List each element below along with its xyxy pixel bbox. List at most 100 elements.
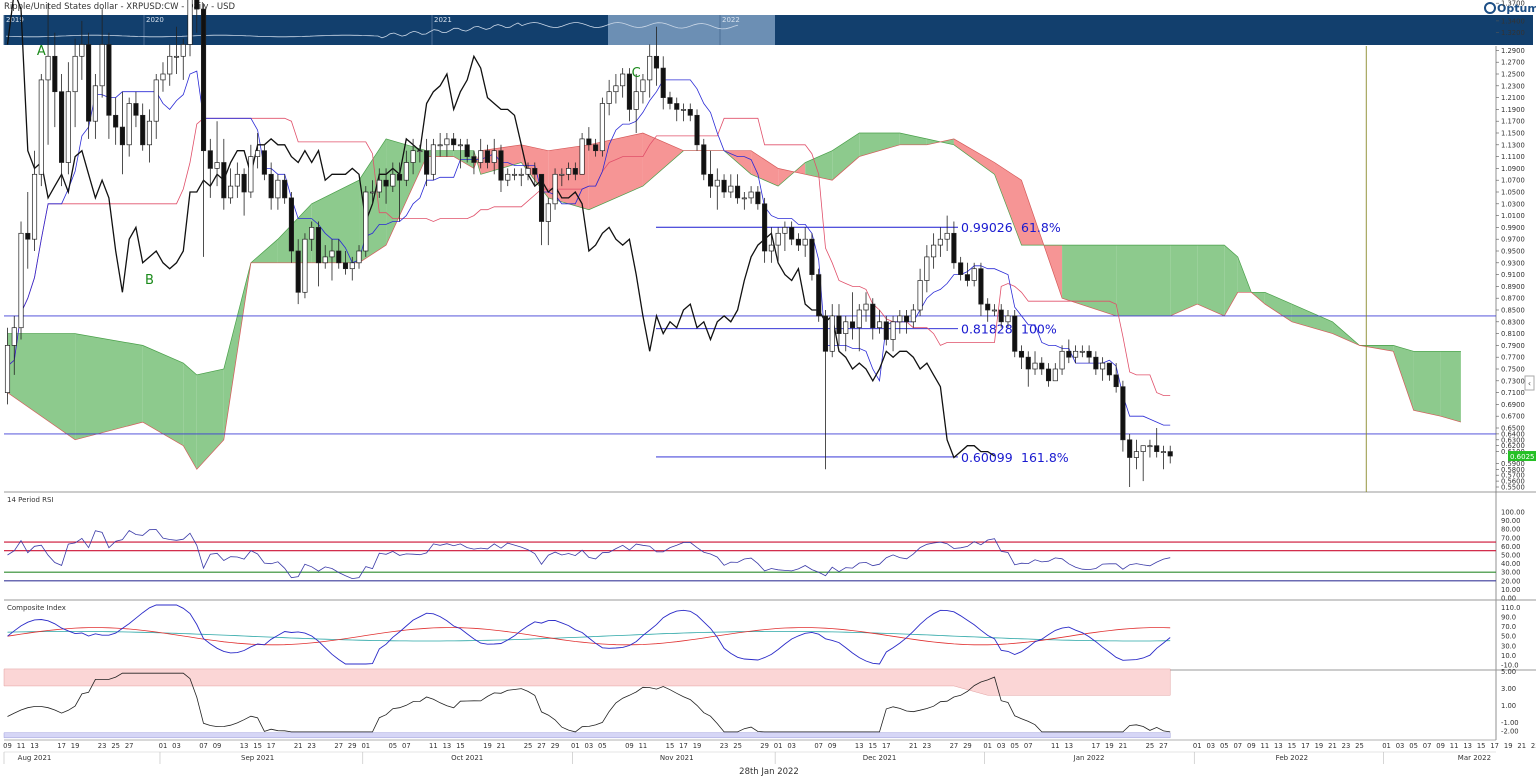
candle-body[interactable] [586,138,592,146]
candle-body[interactable] [971,268,977,281]
candle-body[interactable] [964,274,970,281]
candle-body[interactable] [809,238,815,275]
candle-body[interactable] [768,244,774,252]
candle-body[interactable] [958,262,964,275]
candle-body[interactable] [1113,374,1119,388]
candle-body[interactable] [200,8,207,152]
candle-body[interactable] [86,44,92,122]
candle-body[interactable] [363,191,369,252]
candle-body[interactable] [383,179,389,187]
candle-body[interactable] [180,44,186,57]
candle-body[interactable] [505,173,511,181]
candle-body[interactable] [99,44,105,87]
candle-body[interactable] [924,256,930,281]
candle-body[interactable] [674,103,680,110]
candle-body[interactable] [782,227,788,234]
candle-body[interactable] [1140,445,1146,452]
candle-body[interactable] [336,250,342,264]
candle-body[interactable] [444,138,450,146]
candle-body[interactable] [849,321,856,329]
candle-body[interactable] [944,232,950,240]
candle-body[interactable] [593,144,599,152]
candle-body[interactable] [552,173,558,205]
candle-body[interactable] [255,150,261,157]
candle-body[interactable] [525,168,531,175]
candle-body[interactable] [18,232,24,329]
candle-body[interactable] [126,103,132,146]
candle-body[interactable] [4,345,11,393]
candle-body[interactable] [701,144,707,175]
candle-body[interactable] [275,179,281,199]
candle-body[interactable] [1106,362,1112,376]
candle-body[interactable] [167,55,173,75]
candle-body[interactable] [79,44,85,57]
candle-body[interactable] [870,303,876,329]
candle-body[interactable] [843,321,849,334]
candle-body[interactable] [775,232,781,246]
candle-body[interactable] [694,114,700,146]
chevron-left-icon[interactable]: ‹ [1528,379,1531,388]
candle-body[interactable] [566,168,572,175]
candle-body[interactable] [1167,451,1173,457]
candle-body[interactable] [282,179,288,199]
candle-body[interactable] [1073,350,1079,358]
candle-body[interactable] [45,55,51,81]
candle-body[interactable] [403,162,409,181]
candle-body[interactable] [802,238,808,246]
candle-body[interactable] [59,91,65,163]
candle-body[interactable] [937,238,943,246]
candle-body[interactable] [390,173,396,187]
candle-body[interactable] [1012,315,1018,352]
candle-body[interactable] [904,315,910,323]
candle-body[interactable] [1127,439,1133,458]
candle-body[interactable] [728,185,734,193]
candle-body[interactable] [829,315,835,352]
candle-body[interactable] [816,274,822,317]
candle-body[interactable] [430,144,436,175]
candle-body[interactable] [173,55,180,58]
candle-body[interactable] [653,55,660,69]
candle-body[interactable] [437,144,443,147]
candle-body[interactable] [25,232,31,240]
candle-body[interactable] [606,91,612,104]
candle-body[interactable] [1154,445,1160,452]
candle-body[interactable] [471,156,477,163]
candle-body[interactable] [498,150,504,181]
candle-body[interactable] [680,109,687,111]
candle-body[interactable] [991,309,998,312]
candle-body[interactable] [38,79,44,175]
navigator-window[interactable] [608,15,775,45]
candle-body[interactable] [1025,356,1031,370]
candle-body[interactable] [106,44,112,116]
candle-body[interactable] [741,197,747,200]
chart-canvas[interactable]: Ripple/United States dollar - XRPUSD:CW … [0,0,1536,783]
candle-body[interactable] [153,79,159,122]
candle-body[interactable] [511,173,518,176]
candle-body[interactable] [146,120,153,146]
candle-body[interactable] [187,0,193,45]
candle-body[interactable] [633,91,639,110]
candle-body[interactable] [518,173,524,176]
candle-body[interactable] [978,268,984,305]
candle-body[interactable] [917,280,923,311]
candle-body[interactable] [647,55,653,81]
candle-body[interactable] [1059,350,1065,370]
candle-body[interactable] [620,73,626,87]
candle-body[interactable] [1039,362,1045,370]
candle-body[interactable] [302,238,308,293]
candle-body[interactable] [248,156,254,193]
candle-body[interactable] [295,250,301,293]
candle-body[interactable] [1160,451,1167,453]
candle-body[interactable] [1093,356,1099,370]
candle-body[interactable] [288,197,294,252]
candle-body[interactable] [1052,368,1058,382]
candle-body[interactable] [748,191,754,199]
candle-body[interactable] [133,103,139,116]
candle-body[interactable] [687,109,693,116]
candle-body[interactable] [451,138,457,146]
candle-body[interactable] [221,162,227,199]
candle-body[interactable] [31,173,38,240]
candle-body[interactable] [119,126,125,146]
candle-body[interactable] [613,85,619,93]
candle-body[interactable] [478,150,484,163]
